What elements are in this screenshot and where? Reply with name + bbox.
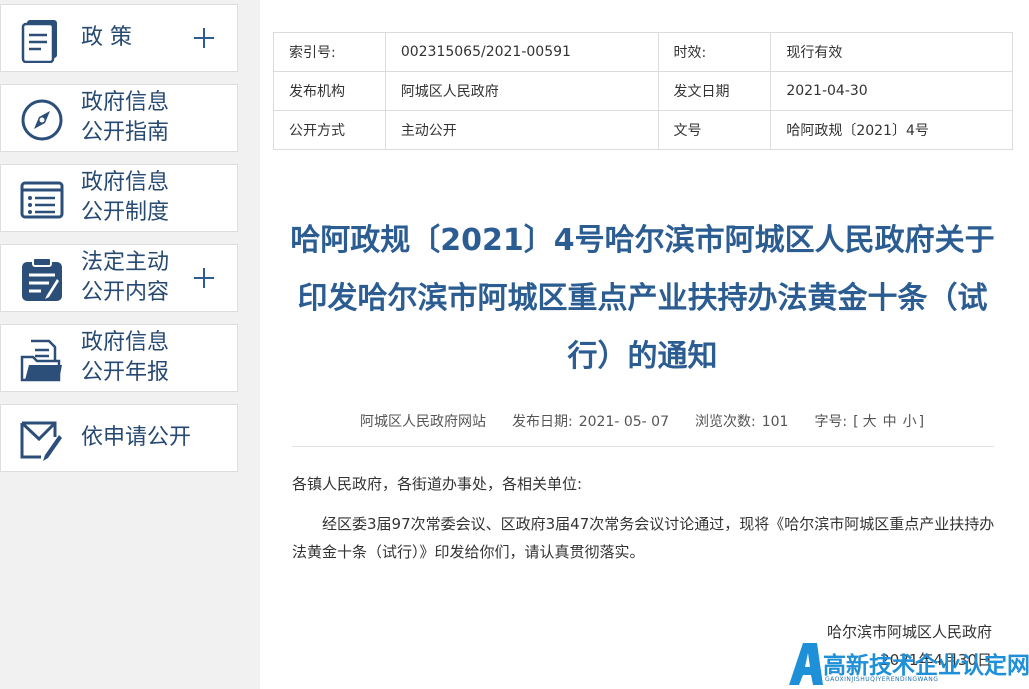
salutation: 各镇人民政府，各街道办事处，各相关单位:	[292, 475, 583, 493]
main-content: 索引号: 002315065/2021-00591 时效: 现行有效 发布机构 …	[260, 0, 1029, 689]
sidebar-item-label: 政府信息 公开年报	[81, 330, 170, 385]
font-size-label: 字号:	[814, 414, 848, 430]
plus-icon[interactable]	[193, 27, 215, 49]
validity-label: 时效:	[657, 32, 772, 72]
article-title: 哈阿政规〔2021〕4号哈尔滨市阿城区人民政府关于印发哈尔滨市阿城区重点产业扶持…	[290, 223, 995, 374]
sidebar-item-label: 政府信息 公开指南	[81, 90, 170, 145]
font-size-bracket-close: ]	[918, 414, 925, 430]
sidebar-item-statutory[interactable]: 法定主动 公开内容	[0, 244, 238, 312]
folder-icon	[20, 339, 62, 382]
docno-label: 文号	[657, 110, 772, 150]
divider	[292, 446, 994, 447]
sidebar-item-label: 政 策	[81, 25, 132, 50]
date-value: 2021-04-30	[770, 71, 1013, 111]
watermark-a-icon	[789, 643, 823, 685]
plus-icon[interactable]	[193, 267, 215, 289]
font-size-bracket-open: [	[853, 414, 859, 430]
sidebar-item-system[interactable]: 政府信息 公开制度	[0, 164, 238, 232]
sidebar-item-apply[interactable]: 依申请公开	[0, 404, 238, 472]
docno-value: 哈阿政规〔2021〕4号	[770, 110, 1013, 150]
watermark-subtext: GAOXINJISHUQIYERENDINGWANG	[825, 676, 939, 683]
table-row: 公开方式 主动公开 文号 哈阿政规〔2021〕4号	[273, 110, 1013, 150]
sidebar-item-annual-report[interactable]: 政府信息 公开年报	[0, 324, 238, 392]
list-icon	[20, 181, 64, 219]
date-label: 发文日期	[657, 71, 772, 111]
sidebar-item-policy[interactable]: 政 策	[0, 4, 238, 72]
watermark-text: 高新技术企业认定网	[823, 653, 1029, 679]
table-row: 索引号: 002315065/2021-00591 时效: 现行有效	[273, 32, 1013, 72]
sidebar-item-guide[interactable]: 政府信息 公开指南	[0, 84, 238, 152]
source-site: 阿城区人民政府网站	[360, 414, 486, 430]
compass-icon	[21, 99, 63, 141]
document-icon	[21, 20, 57, 63]
index-label: 索引号:	[273, 32, 386, 72]
sidebar-item-label: 法定主动 公开内容	[81, 250, 170, 305]
sidebar-item-label: 依申请公开	[81, 425, 192, 450]
index-value: 002315065/2021-00591	[384, 32, 659, 72]
article-body: 各镇人民政府，各街道办事处，各相关单位: 经区委3届97次常委会议、区政府3届4…	[292, 470, 998, 566]
issuer-value: 阿城区人民政府	[384, 71, 659, 111]
table-row: 发布机构 阿城区人民政府 发文日期 2021-04-30	[273, 71, 1013, 111]
publish-date-label: 发布日期:	[512, 414, 573, 430]
method-value: 主动公开	[384, 110, 659, 150]
font-size-medium[interactable]: 中	[883, 414, 897, 430]
font-size-small[interactable]: 小	[903, 414, 917, 430]
views-count: 101	[761, 414, 789, 430]
document-meta-table: 索引号: 002315065/2021-00591 时效: 现行有效 发布机构 …	[273, 32, 1013, 150]
issuer-label: 发布机构	[273, 71, 386, 111]
validity-value: 现行有效	[770, 32, 1013, 72]
publish-info: 阿城区人民政府网站 发布日期: 2021- 05- 07 浏览次数: 101 字号: [大中…	[360, 411, 950, 431]
body-paragraph: 经区委3届97次常委会议、区政府3届47次常务会议讨论通过，现将《哈尔滨市阿城区…	[292, 515, 995, 561]
sidebar-item-label: 政府信息 公开制度	[81, 170, 170, 225]
envelope-pen-icon	[20, 421, 62, 461]
font-size-large[interactable]: 大	[863, 414, 877, 430]
publish-date: 2021- 05- 07	[578, 414, 669, 430]
views-label: 浏览次数:	[694, 414, 756, 430]
watermark-logo: 高新技术企业认定网 GAOXINJISHUQIYERENDINGWANG	[787, 638, 1029, 689]
method-label: 公开方式	[273, 110, 386, 150]
clipboard-icon	[22, 257, 62, 301]
